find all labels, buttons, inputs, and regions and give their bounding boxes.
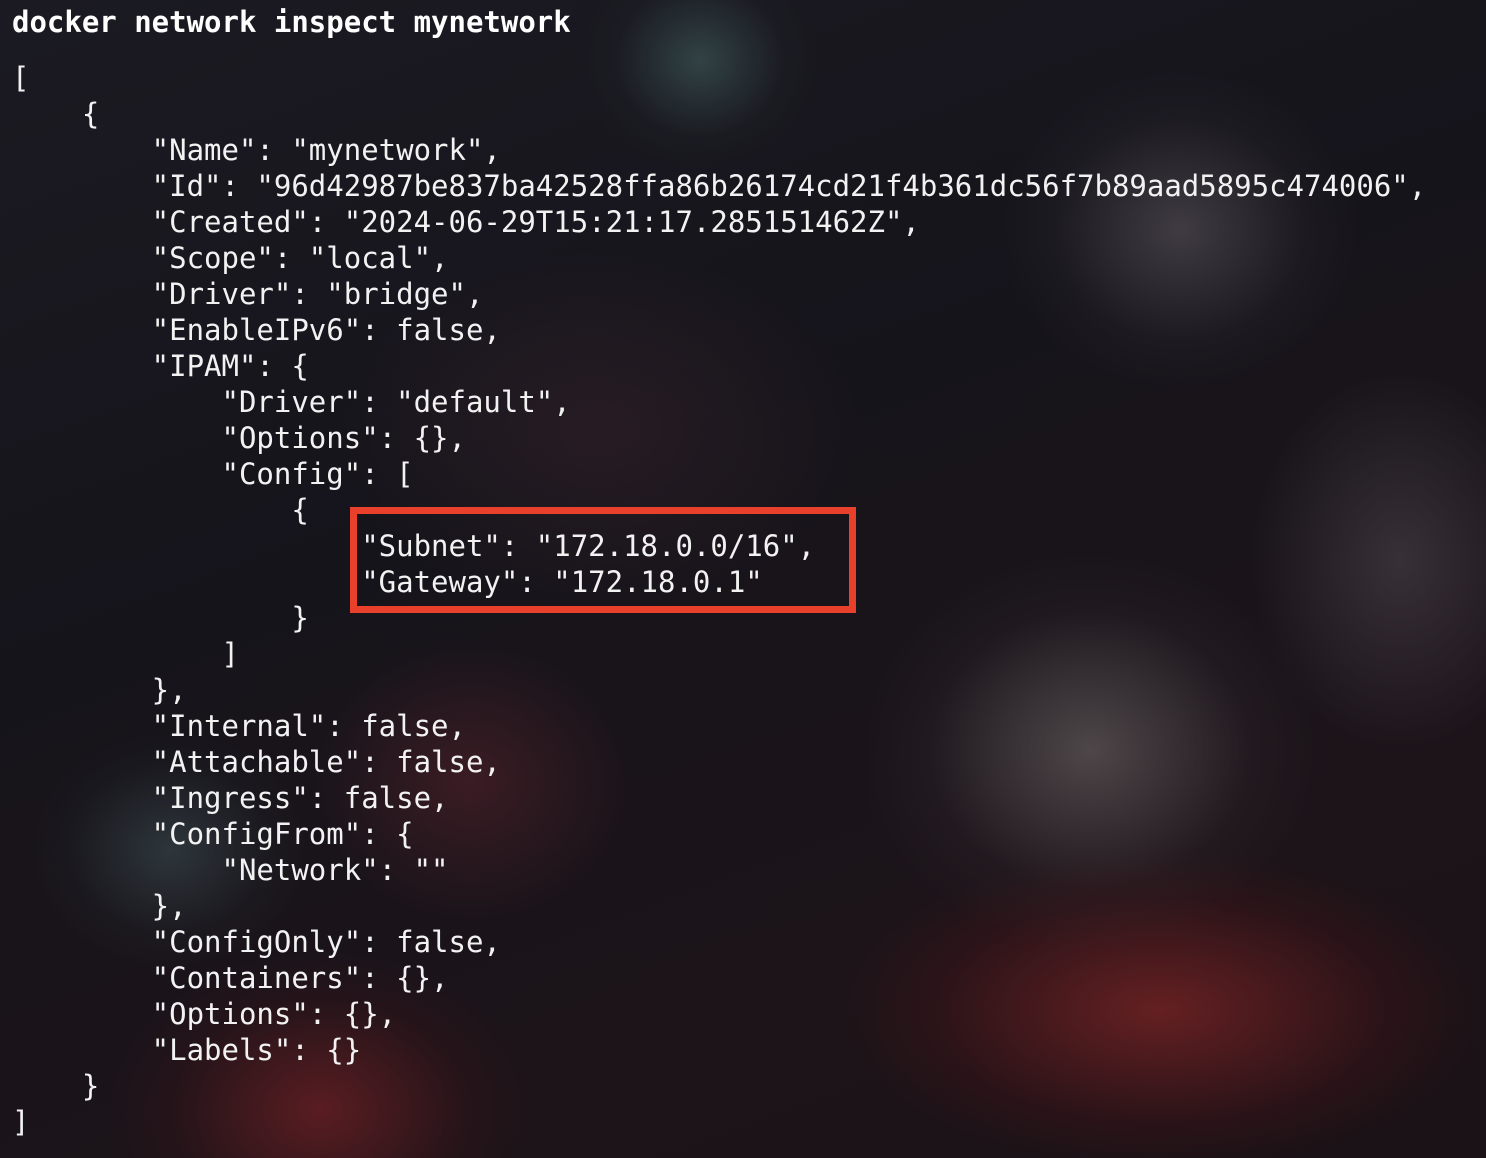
output-line: "Name": "mynetwork",	[12, 133, 501, 167]
output-line: "IPAM": {	[12, 349, 309, 383]
output-line: "EnableIPv6": false,	[12, 313, 501, 347]
output-line: ]	[12, 637, 239, 671]
output-line: "Id": "96d42987be837ba42528ffa86b26174cd…	[12, 169, 1427, 203]
output-line: },	[12, 673, 187, 707]
output-line: "Driver": "default",	[12, 385, 571, 419]
output-line: "Internal": false,	[12, 709, 466, 743]
output-line: "Config": [	[12, 457, 414, 491]
output-line: "Ingress": false,	[12, 781, 449, 815]
output-line: "Created": "2024-06-29T15:21:17.28515146…	[12, 205, 920, 239]
output-line: "Network": ""	[12, 853, 449, 887]
command-line: docker network inspect mynetwork	[12, 5, 571, 39]
output-line: }	[12, 1069, 100, 1103]
output-line: [	[12, 61, 30, 95]
output-line: "ConfigOnly": false,	[12, 925, 501, 959]
output-line: "Containers": {},	[12, 961, 449, 995]
terminal-window[interactable]: docker network inspect mynetwork [ { "Na…	[0, 0, 1486, 1158]
highlight-box	[350, 507, 856, 613]
output-line: "Options": {},	[12, 997, 397, 1031]
output-line: {	[12, 97, 100, 131]
output-line: "Scope": "local",	[12, 241, 449, 275]
output-line: "ConfigFrom": {	[12, 817, 414, 851]
output-line: "Labels": {}	[12, 1033, 362, 1067]
output-line: "Options": {},	[12, 421, 466, 455]
output-line: "Driver": "bridge",	[12, 277, 484, 311]
output-line: "Attachable": false,	[12, 745, 501, 779]
output-line: },	[12, 889, 187, 923]
output-line: ]	[12, 1105, 30, 1139]
